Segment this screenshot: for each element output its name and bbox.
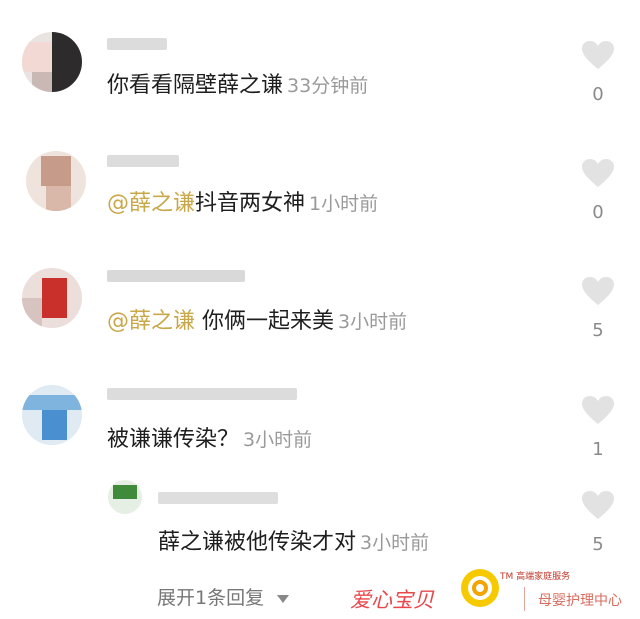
expand-replies-button[interactable]: 展开1条回复 xyxy=(157,583,290,610)
heart-icon xyxy=(582,491,614,519)
avatar[interactable] xyxy=(26,151,86,211)
avatar[interactable] xyxy=(22,32,82,92)
avatar[interactable] xyxy=(22,385,82,445)
comment-time: 3小时前 xyxy=(338,311,408,333)
like-button[interactable]: 0 xyxy=(578,158,618,223)
username-blurred[interactable] xyxy=(158,492,278,504)
watermark-divider xyxy=(524,587,525,611)
comment-time: 3小时前 xyxy=(243,429,313,451)
like-count: 0 xyxy=(592,202,604,223)
like-button[interactable]: 0 xyxy=(578,40,618,105)
username-blurred[interactable] xyxy=(107,38,167,50)
watermark-tagline: TM 高端家庭服务 xyxy=(500,572,571,582)
reply-time: 3小时前 xyxy=(360,532,430,554)
avatar[interactable] xyxy=(22,268,82,328)
heart-icon xyxy=(582,396,614,424)
like-count: 5 xyxy=(592,320,604,341)
watermark-subtitle: 母婴护理中心 xyxy=(538,593,622,609)
username-blurred[interactable] xyxy=(107,155,179,167)
watermark-brand: 爱心宝贝 xyxy=(350,588,434,612)
reply-text: 薛之谦被他传染才对 3小时前 xyxy=(158,530,430,555)
triangle-down-icon xyxy=(277,595,290,603)
heart-icon xyxy=(582,41,614,69)
comment-text: 被谦谦传染？ 3小时前 xyxy=(107,427,313,452)
username-blurred[interactable] xyxy=(107,270,245,282)
like-button[interactable]: 5 xyxy=(578,276,618,341)
comment-time: 33分钟前 xyxy=(287,75,369,97)
like-button[interactable]: 5 xyxy=(578,490,618,555)
like-count: 1 xyxy=(592,439,604,460)
sunflower-logo-icon xyxy=(461,569,499,607)
mention-link[interactable]: @薛之谦 xyxy=(107,309,195,334)
comment-time: 1小时前 xyxy=(309,193,379,215)
comment-text: @薛之谦抖音两女神 1小时前 xyxy=(107,191,379,216)
comment-text: 你看看隔壁薛之谦 33分钟前 xyxy=(107,73,369,98)
username-blurred[interactable] xyxy=(107,388,297,400)
mention-link[interactable]: @薛之谦 xyxy=(107,191,195,216)
heart-icon xyxy=(582,159,614,187)
heart-icon xyxy=(582,277,614,305)
like-button[interactable]: 1 xyxy=(578,395,618,460)
like-count: 0 xyxy=(592,84,604,105)
like-count: 5 xyxy=(592,534,604,555)
comment-text: @薛之谦 你俩一起来美 3小时前 xyxy=(107,309,408,334)
avatar[interactable] xyxy=(108,480,142,514)
